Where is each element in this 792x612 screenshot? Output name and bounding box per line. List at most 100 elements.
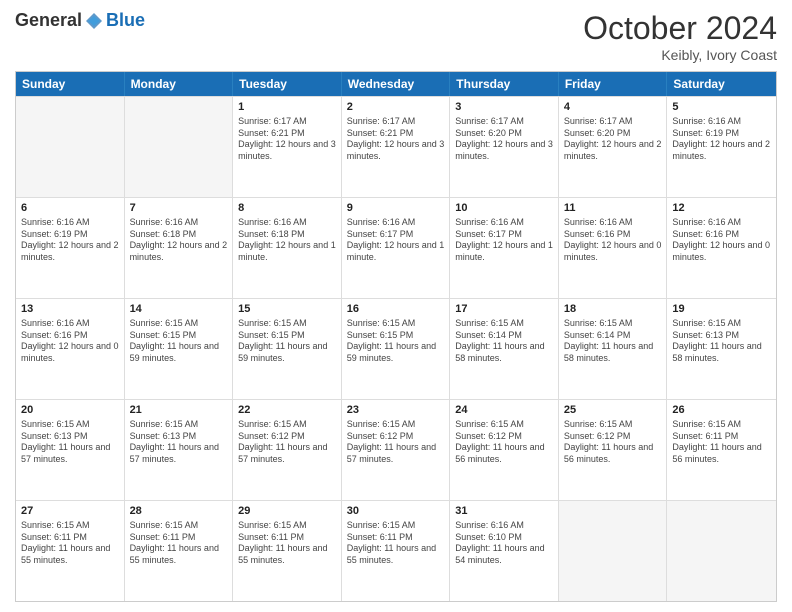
day-info: Sunrise: 6:15 AM Sunset: 6:11 PM Dayligh… [21,520,119,567]
day-cell-5: 5Sunrise: 6:16 AM Sunset: 6:19 PM Daylig… [667,97,776,197]
day-info: Sunrise: 6:15 AM Sunset: 6:14 PM Dayligh… [564,318,662,365]
day-info: Sunrise: 6:15 AM Sunset: 6:15 PM Dayligh… [130,318,228,365]
day-number: 19 [672,302,771,317]
day-info: Sunrise: 6:16 AM Sunset: 6:17 PM Dayligh… [347,217,445,264]
day-cell-1: 1Sunrise: 6:17 AM Sunset: 6:21 PM Daylig… [233,97,342,197]
day-info: Sunrise: 6:16 AM Sunset: 6:16 PM Dayligh… [21,318,119,365]
day-cell-19: 19Sunrise: 6:15 AM Sunset: 6:13 PM Dayli… [667,299,776,399]
weekday-header-sunday: Sunday [16,72,125,96]
day-cell-31: 31Sunrise: 6:16 AM Sunset: 6:10 PM Dayli… [450,501,559,601]
day-number: 12 [672,201,771,216]
day-number: 9 [347,201,445,216]
day-info: Sunrise: 6:15 AM Sunset: 6:11 PM Dayligh… [238,520,336,567]
day-cell-7: 7Sunrise: 6:16 AM Sunset: 6:18 PM Daylig… [125,198,234,298]
day-number: 28 [130,504,228,519]
day-number: 5 [672,100,771,115]
day-info: Sunrise: 6:15 AM Sunset: 6:14 PM Dayligh… [455,318,553,365]
day-cell-27: 27Sunrise: 6:15 AM Sunset: 6:11 PM Dayli… [16,501,125,601]
day-number: 18 [564,302,662,317]
day-cell-22: 22Sunrise: 6:15 AM Sunset: 6:12 PM Dayli… [233,400,342,500]
day-number: 23 [347,403,445,418]
day-info: Sunrise: 6:15 AM Sunset: 6:11 PM Dayligh… [347,520,445,567]
day-info: Sunrise: 6:17 AM Sunset: 6:21 PM Dayligh… [347,116,445,163]
logo-blue: Blue [106,10,145,31]
day-info: Sunrise: 6:16 AM Sunset: 6:19 PM Dayligh… [672,116,771,163]
day-cell-3: 3Sunrise: 6:17 AM Sunset: 6:20 PM Daylig… [450,97,559,197]
calendar-header: SundayMondayTuesdayWednesdayThursdayFrid… [16,72,776,96]
day-info: Sunrise: 6:15 AM Sunset: 6:11 PM Dayligh… [130,520,228,567]
day-number: 27 [21,504,119,519]
day-number: 2 [347,100,445,115]
day-cell-20: 20Sunrise: 6:15 AM Sunset: 6:13 PM Dayli… [16,400,125,500]
weekday-header-thursday: Thursday [450,72,559,96]
day-cell-2: 2Sunrise: 6:17 AM Sunset: 6:21 PM Daylig… [342,97,451,197]
day-info: Sunrise: 6:15 AM Sunset: 6:13 PM Dayligh… [21,419,119,466]
day-info: Sunrise: 6:15 AM Sunset: 6:13 PM Dayligh… [672,318,771,365]
day-number: 1 [238,100,336,115]
day-number: 25 [564,403,662,418]
day-cell-23: 23Sunrise: 6:15 AM Sunset: 6:12 PM Dayli… [342,400,451,500]
calendar-row-4: 20Sunrise: 6:15 AM Sunset: 6:13 PM Dayli… [16,399,776,500]
location: Keibly, Ivory Coast [583,47,777,63]
day-cell-28: 28Sunrise: 6:15 AM Sunset: 6:11 PM Dayli… [125,501,234,601]
day-cell-15: 15Sunrise: 6:15 AM Sunset: 6:15 PM Dayli… [233,299,342,399]
weekday-header-friday: Friday [559,72,668,96]
weekday-header-wednesday: Wednesday [342,72,451,96]
day-cell-14: 14Sunrise: 6:15 AM Sunset: 6:15 PM Dayli… [125,299,234,399]
day-number: 15 [238,302,336,317]
day-cell-6: 6Sunrise: 6:16 AM Sunset: 6:19 PM Daylig… [16,198,125,298]
logo: General Blue [15,10,145,31]
day-info: Sunrise: 6:16 AM Sunset: 6:19 PM Dayligh… [21,217,119,264]
page-container: General Blue October 2024 Keibly, Ivory … [0,0,792,612]
logo-general: General [15,10,82,31]
day-info: Sunrise: 6:17 AM Sunset: 6:20 PM Dayligh… [564,116,662,163]
empty-cell [667,501,776,601]
day-number: 14 [130,302,228,317]
day-info: Sunrise: 6:15 AM Sunset: 6:15 PM Dayligh… [347,318,445,365]
day-number: 30 [347,504,445,519]
day-number: 22 [238,403,336,418]
day-info: Sunrise: 6:17 AM Sunset: 6:21 PM Dayligh… [238,116,336,163]
empty-cell [559,501,668,601]
day-info: Sunrise: 6:15 AM Sunset: 6:12 PM Dayligh… [455,419,553,466]
calendar-row-5: 27Sunrise: 6:15 AM Sunset: 6:11 PM Dayli… [16,500,776,601]
day-number: 10 [455,201,553,216]
day-number: 3 [455,100,553,115]
day-cell-21: 21Sunrise: 6:15 AM Sunset: 6:13 PM Dayli… [125,400,234,500]
calendar: SundayMondayTuesdayWednesdayThursdayFrid… [15,71,777,602]
day-number: 6 [21,201,119,216]
day-cell-29: 29Sunrise: 6:15 AM Sunset: 6:11 PM Dayli… [233,501,342,601]
day-info: Sunrise: 6:16 AM Sunset: 6:10 PM Dayligh… [455,520,553,567]
day-cell-25: 25Sunrise: 6:15 AM Sunset: 6:12 PM Dayli… [559,400,668,500]
month-title: October 2024 [583,10,777,47]
day-info: Sunrise: 6:15 AM Sunset: 6:12 PM Dayligh… [347,419,445,466]
day-number: 8 [238,201,336,216]
calendar-row-3: 13Sunrise: 6:16 AM Sunset: 6:16 PM Dayli… [16,298,776,399]
day-number: 20 [21,403,119,418]
day-info: Sunrise: 6:16 AM Sunset: 6:16 PM Dayligh… [672,217,771,264]
day-cell-9: 9Sunrise: 6:16 AM Sunset: 6:17 PM Daylig… [342,198,451,298]
logo-icon [84,11,104,31]
day-info: Sunrise: 6:15 AM Sunset: 6:15 PM Dayligh… [238,318,336,365]
title-section: October 2024 Keibly, Ivory Coast [583,10,777,63]
day-number: 7 [130,201,228,216]
day-cell-11: 11Sunrise: 6:16 AM Sunset: 6:16 PM Dayli… [559,198,668,298]
calendar-row-2: 6Sunrise: 6:16 AM Sunset: 6:19 PM Daylig… [16,197,776,298]
day-info: Sunrise: 6:16 AM Sunset: 6:16 PM Dayligh… [564,217,662,264]
day-number: 21 [130,403,228,418]
day-number: 17 [455,302,553,317]
day-cell-13: 13Sunrise: 6:16 AM Sunset: 6:16 PM Dayli… [16,299,125,399]
day-info: Sunrise: 6:15 AM Sunset: 6:12 PM Dayligh… [238,419,336,466]
day-number: 26 [672,403,771,418]
day-number: 4 [564,100,662,115]
day-cell-8: 8Sunrise: 6:16 AM Sunset: 6:18 PM Daylig… [233,198,342,298]
day-number: 29 [238,504,336,519]
day-info: Sunrise: 6:16 AM Sunset: 6:18 PM Dayligh… [130,217,228,264]
calendar-row-1: 1Sunrise: 6:17 AM Sunset: 6:21 PM Daylig… [16,96,776,197]
day-cell-18: 18Sunrise: 6:15 AM Sunset: 6:14 PM Dayli… [559,299,668,399]
day-number: 24 [455,403,553,418]
day-info: Sunrise: 6:16 AM Sunset: 6:17 PM Dayligh… [455,217,553,264]
day-cell-16: 16Sunrise: 6:15 AM Sunset: 6:15 PM Dayli… [342,299,451,399]
day-info: Sunrise: 6:15 AM Sunset: 6:12 PM Dayligh… [564,419,662,466]
day-cell-30: 30Sunrise: 6:15 AM Sunset: 6:11 PM Dayli… [342,501,451,601]
